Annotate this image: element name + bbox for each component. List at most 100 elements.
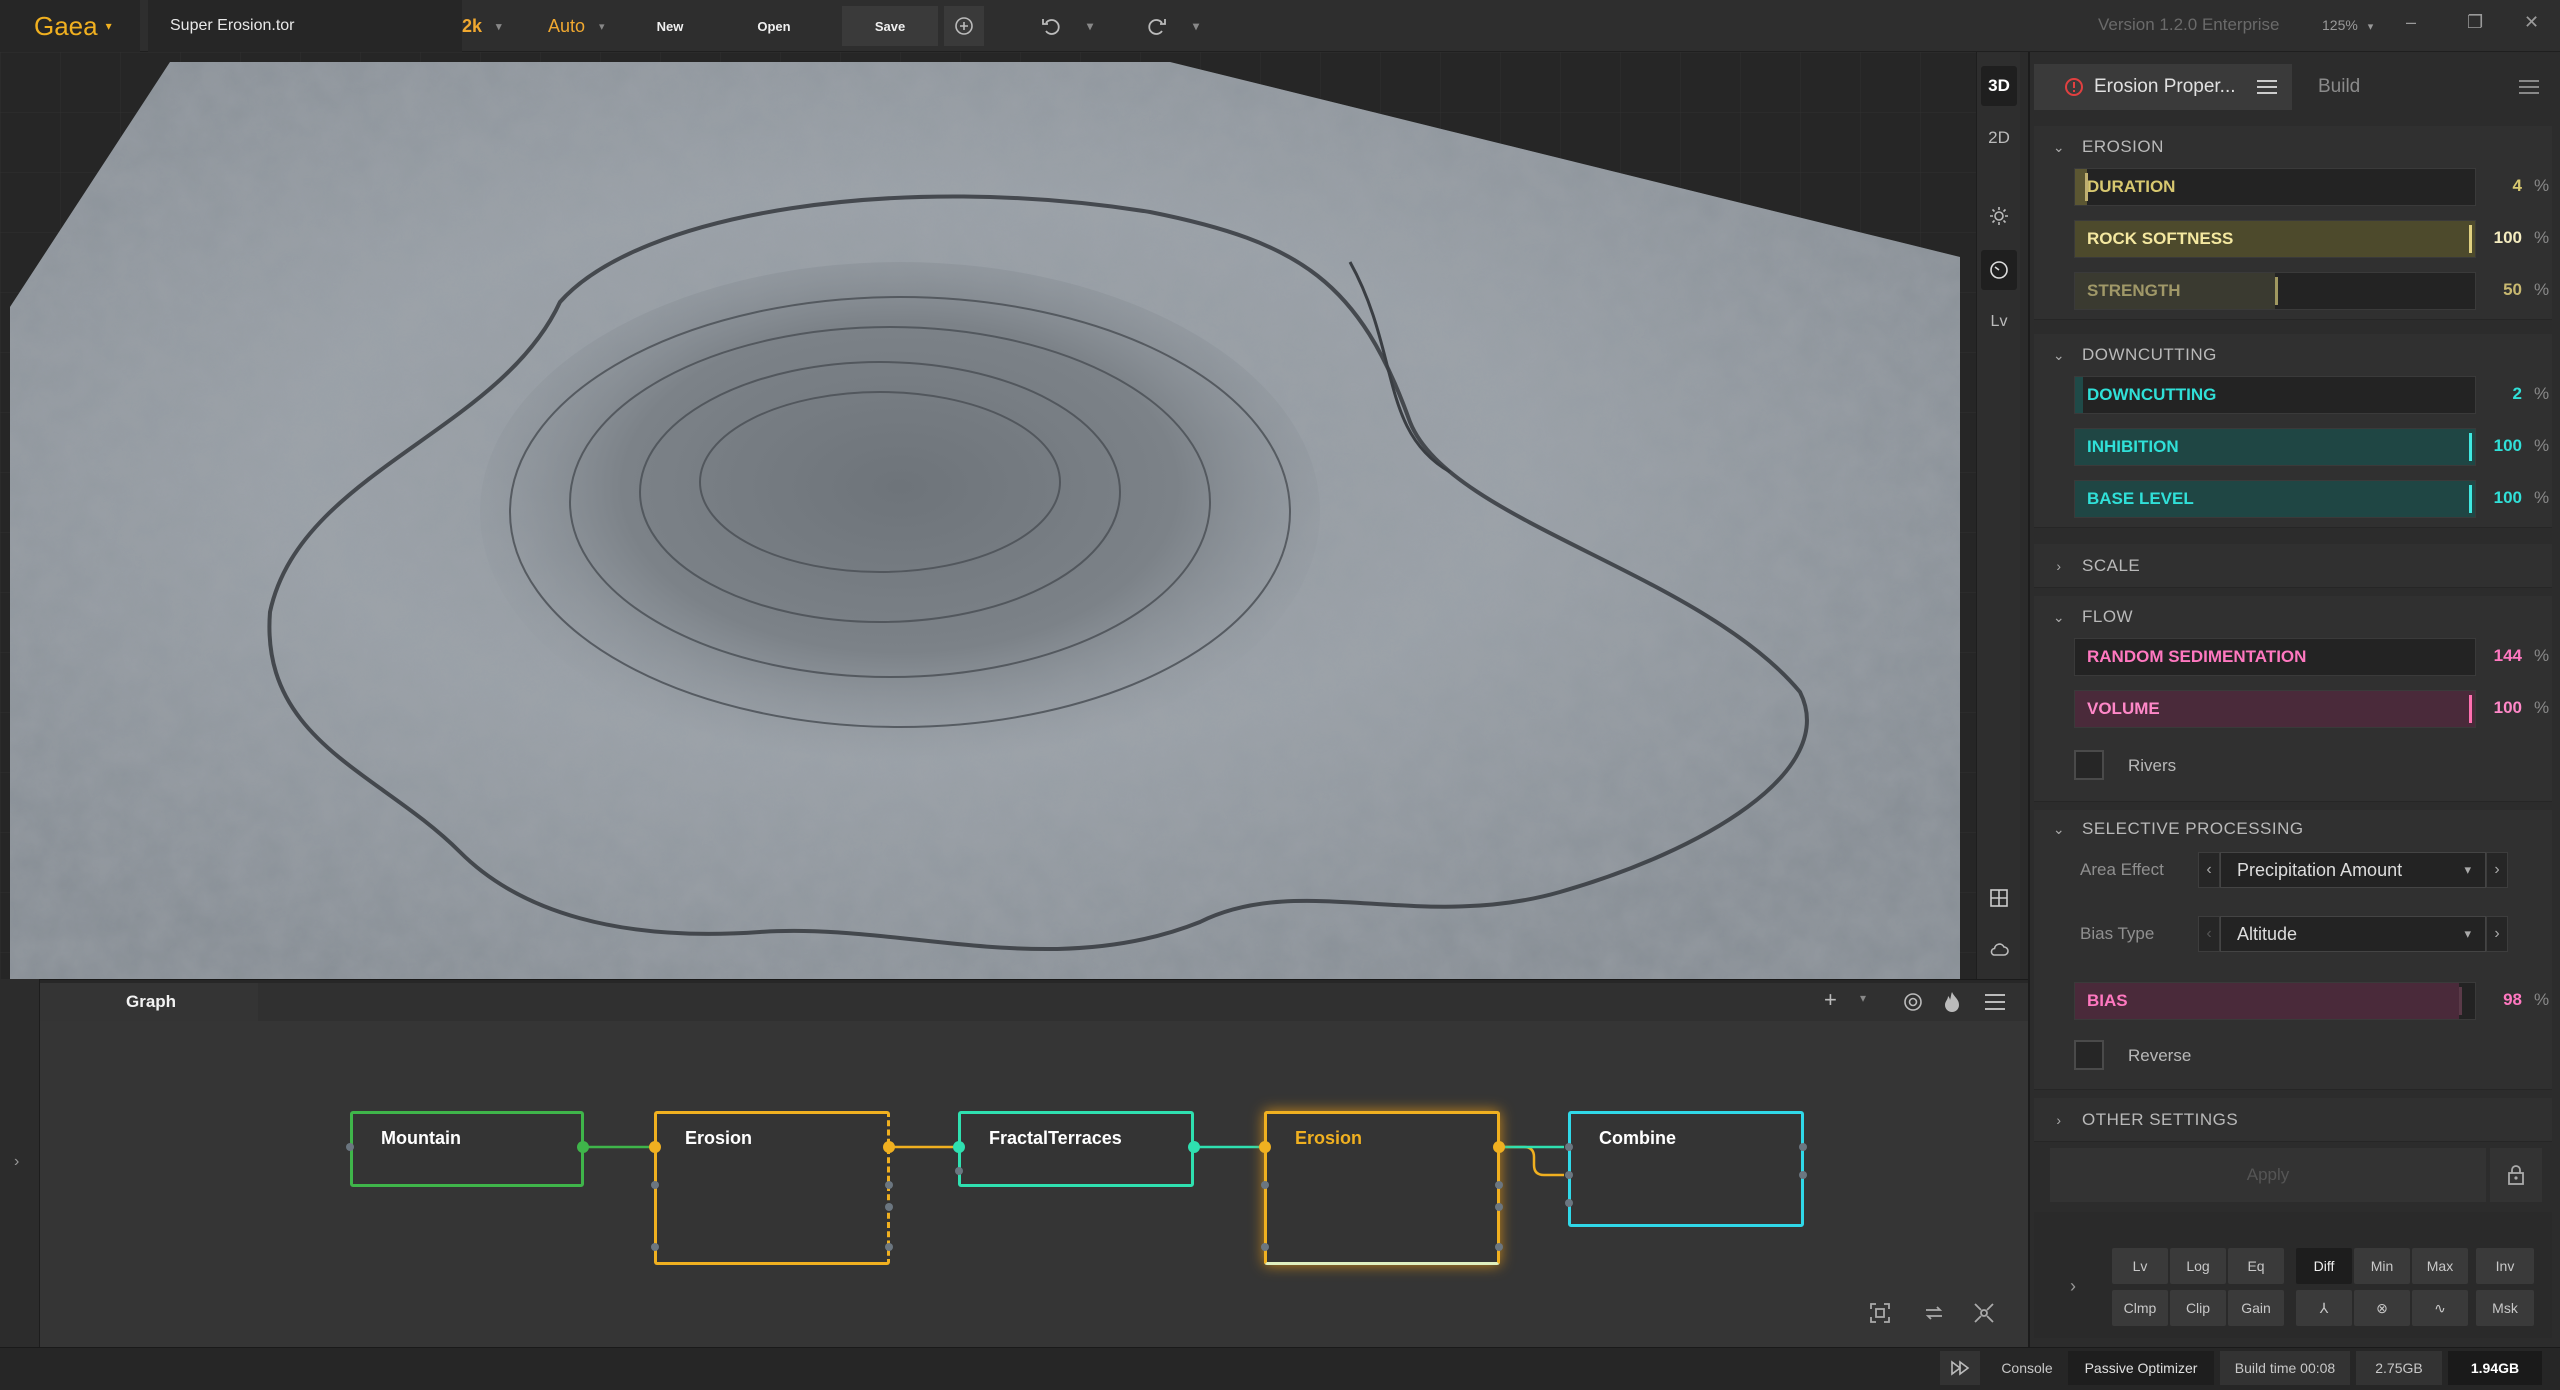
section-header-flow[interactable]: ⌄ FLOW: [2034, 600, 2133, 634]
node-input-port[interactable]: [651, 1181, 659, 1189]
undo-history-chevron-icon[interactable]: ▾: [1078, 0, 1102, 52]
gain-button[interactable]: Gain: [2228, 1290, 2284, 1326]
close-icon[interactable]: ✕: [2524, 12, 2539, 33]
node-input-port[interactable]: [1565, 1171, 1573, 1179]
eq-button[interactable]: Eq: [2228, 1248, 2284, 1284]
base-level-value[interactable]: 100: [2462, 488, 2522, 508]
save-button[interactable]: Save: [842, 6, 938, 46]
slider-downcutting[interactable]: DOWNCUTTING: [2074, 376, 2476, 414]
chevron-down-icon[interactable]: ▾: [1860, 991, 1866, 1005]
menu-icon[interactable]: [2256, 78, 2278, 96]
menu-icon[interactable]: [1984, 992, 2006, 1017]
strength-value[interactable]: 50: [2462, 280, 2522, 300]
save-options-button[interactable]: [944, 6, 984, 46]
node-output-port[interactable]: [885, 1243, 893, 1251]
downcutting-value[interactable]: 2: [2462, 384, 2522, 404]
node-input-port[interactable]: [1565, 1143, 1573, 1151]
restore-icon[interactable]: ❐: [2467, 12, 2483, 33]
slider-volume[interactable]: VOLUME: [2074, 690, 2476, 728]
passive-optimizer-toggle[interactable]: Passive Optimizer: [2068, 1351, 2214, 1385]
node-erosion-2-selected[interactable]: Erosion: [1264, 1111, 1500, 1265]
3d-viewport[interactable]: [0, 52, 1976, 979]
slider-base-level[interactable]: BASE LEVEL: [2074, 480, 2476, 518]
slider-bias[interactable]: BIAS: [2074, 982, 2476, 1020]
minimize-icon[interactable]: –: [2406, 12, 2416, 33]
chevron-right-icon[interactable]: ›: [2070, 1276, 2076, 1297]
menu-icon[interactable]: [2518, 78, 2540, 96]
open-button[interactable]: Open: [724, 0, 824, 52]
tab-build[interactable]: Build: [2300, 64, 2554, 110]
view-3d-button[interactable]: 3D: [1981, 66, 2017, 106]
max-button[interactable]: Max: [2412, 1248, 2468, 1284]
node-output-port[interactable]: [883, 1141, 895, 1153]
node-input-port[interactable]: [651, 1243, 659, 1251]
bias-type-next-button[interactable]: ›: [2486, 916, 2508, 952]
multiply-button[interactable]: ⊗: [2354, 1290, 2410, 1326]
build-mode-select[interactable]: Auto ▾: [548, 0, 605, 52]
node-output-port[interactable]: [1188, 1141, 1200, 1153]
layout-grid-button[interactable]: [1977, 878, 2021, 918]
node-fractalterraces[interactable]: FractalTerraces: [958, 1111, 1194, 1187]
file-name[interactable]: Super Erosion.tor: [148, 0, 462, 52]
node-output-port[interactable]: [1799, 1171, 1807, 1179]
shading-button[interactable]: [1981, 250, 2017, 290]
peak-button[interactable]: ⅄: [2296, 1290, 2352, 1326]
section-header-selective-processing[interactable]: ⌄ SELECTIVE PROCESSING: [2034, 812, 2304, 846]
node-combine[interactable]: Combine: [1568, 1111, 1804, 1227]
bias-value[interactable]: 98: [2462, 990, 2522, 1010]
node-output-port[interactable]: [1495, 1203, 1503, 1211]
app-menu[interactable]: Gaea ▾: [0, 0, 140, 52]
add-node-icon[interactable]: +: [1824, 987, 1837, 1013]
console-button[interactable]: Console: [1992, 1351, 2062, 1385]
diff-button[interactable]: Diff: [2296, 1248, 2352, 1284]
undo-button[interactable]: [1036, 0, 1066, 52]
rock-softness-value[interactable]: 100: [2462, 228, 2522, 248]
node-input-port[interactable]: [1261, 1181, 1269, 1189]
inhibition-value[interactable]: 100: [2462, 436, 2522, 456]
lv-button[interactable]: Lv: [2112, 1248, 2168, 1284]
duration-value[interactable]: 4: [2462, 176, 2522, 196]
area-effect-dropdown[interactable]: Precipitation Amount ▾: [2220, 852, 2486, 888]
flame-icon[interactable]: [1942, 990, 1962, 1019]
run-button[interactable]: [1940, 1351, 1980, 1385]
apply-button[interactable]: Apply: [2050, 1148, 2486, 1202]
clip-button[interactable]: Clip: [2170, 1290, 2226, 1326]
node-mountain[interactable]: Mountain: [350, 1111, 584, 1187]
slider-duration[interactable]: DURATION: [2074, 168, 2476, 206]
node-output-port[interactable]: [577, 1141, 589, 1153]
msk-button[interactable]: Msk: [2476, 1290, 2534, 1326]
view-2d-button[interactable]: 2D: [1977, 118, 2021, 158]
scatter-icon[interactable]: [1972, 1301, 1996, 1330]
node-output-port[interactable]: [1799, 1143, 1807, 1151]
node-input-port[interactable]: [346, 1143, 354, 1151]
node-input-port[interactable]: [1565, 1199, 1573, 1207]
node-input-port[interactable]: [1259, 1141, 1271, 1153]
resolution-select[interactable]: 2k ▾: [462, 0, 502, 52]
at-icon[interactable]: [1902, 991, 1924, 1018]
bias-type-dropdown[interactable]: Altitude ▾: [2220, 916, 2486, 952]
graph-canvas[interactable]: Mountain Erosion FractalTerraces Erosion…: [40, 1021, 2028, 1347]
node-output-port[interactable]: [1493, 1141, 1505, 1153]
inv-button[interactable]: Inv: [2476, 1248, 2534, 1284]
slider-knob[interactable]: [2275, 277, 2278, 305]
slider-random-sedimentation[interactable]: RANDOM SEDIMENTATION: [2074, 638, 2476, 676]
node-erosion-1[interactable]: Erosion: [654, 1111, 890, 1265]
zoom-select[interactable]: 125% ▾: [2322, 17, 2373, 33]
graph-sidebar-toggle[interactable]: ›: [0, 979, 40, 1347]
lock-button[interactable]: [2490, 1148, 2542, 1202]
slider-inhibition[interactable]: INHIBITION: [2074, 428, 2476, 466]
bias-type-prev-button[interactable]: ‹: [2198, 916, 2220, 952]
rivers-checkbox[interactable]: [2074, 750, 2104, 780]
slider-strength[interactable]: STRENGTH: [2074, 272, 2476, 310]
redo-history-chevron-icon[interactable]: ▾: [1184, 0, 1208, 52]
area-effect-prev-button[interactable]: ‹: [2198, 852, 2220, 888]
node-input-port[interactable]: [955, 1167, 963, 1175]
tab-graph[interactable]: Graph: [40, 983, 258, 1021]
node-input-port[interactable]: [1261, 1243, 1269, 1251]
node-output-port[interactable]: [885, 1203, 893, 1211]
section-header-other-settings[interactable]: › OTHER SETTINGS: [2034, 1103, 2238, 1137]
node-output-port[interactable]: [1495, 1181, 1503, 1189]
lighting-button[interactable]: [1977, 196, 2021, 236]
reverse-checkbox[interactable]: [2074, 1040, 2104, 1070]
curve-button[interactable]: ∿: [2412, 1290, 2468, 1326]
